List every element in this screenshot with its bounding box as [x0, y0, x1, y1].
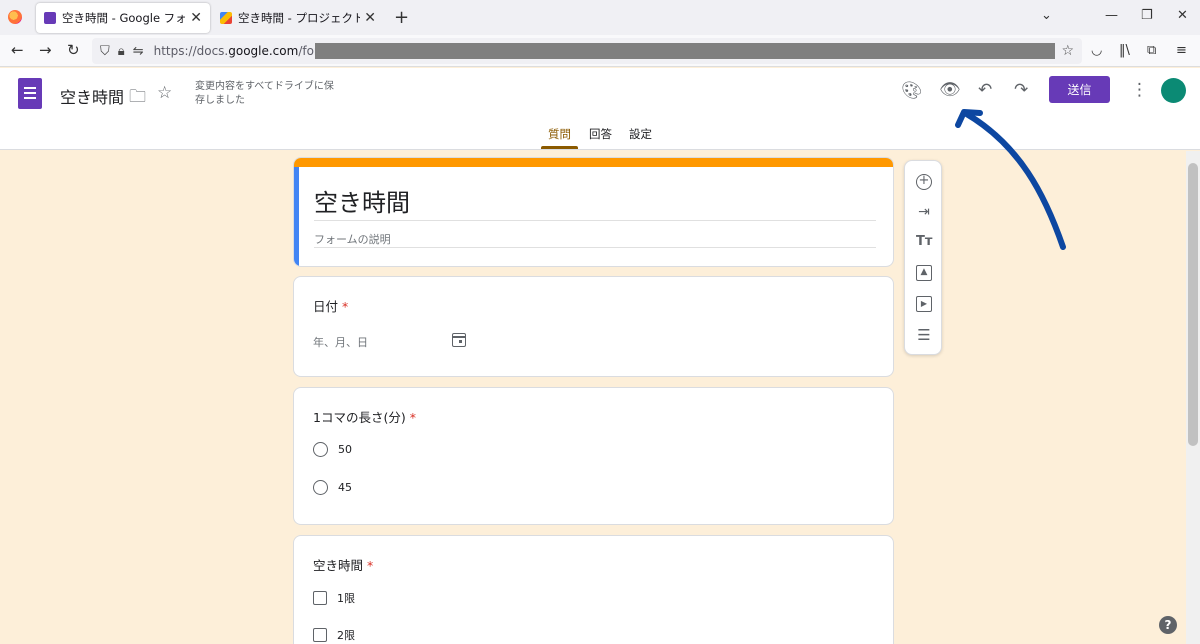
- tab-forms[interactable]: 空き時間 - Google フォーム ✕: [36, 3, 210, 33]
- restore-button[interactable]: ❐: [1141, 8, 1153, 23]
- tab-responses[interactable]: 回答: [589, 126, 612, 142]
- divider: [314, 247, 876, 248]
- permissions-icon[interactable]: ⇋: [133, 44, 144, 59]
- help-icon[interactable]: ?: [1159, 616, 1177, 634]
- required-asterisk: *: [367, 558, 374, 573]
- lock-icon[interactable]: 🔒︎: [118, 44, 125, 59]
- avatar[interactable]: [1161, 78, 1186, 103]
- list-all-tabs-icon[interactable]: ⌄: [1041, 8, 1052, 23]
- active-tab-indicator: [541, 146, 578, 149]
- form-title[interactable]: 空き時間: [314, 183, 410, 218]
- url-bar[interactable]: ⛉ 🔒︎ ⇋ https://docs.google.com/forms/ ☆: [92, 38, 1082, 64]
- star-icon[interactable]: ☆: [157, 83, 172, 103]
- extensions-icon[interactable]: ⧉: [1147, 43, 1156, 58]
- tab-questions[interactable]: 質問: [548, 126, 571, 142]
- radio-button[interactable]: [313, 480, 328, 495]
- question-title: 空き時間 *: [313, 558, 374, 573]
- menu-icon[interactable]: ≡: [1176, 43, 1187, 58]
- selected-indicator: [294, 167, 299, 266]
- browser-toolbar: ← → ↻ ⛉ 🔒︎ ⇋ https://docs.google.com/for…: [0, 35, 1200, 67]
- google-forms-favicon: [44, 12, 56, 24]
- add-section-icon[interactable]: ☰: [916, 327, 932, 343]
- redacted-url-segment: [315, 43, 1055, 59]
- close-tab-icon[interactable]: ✕: [190, 10, 202, 26]
- close-tab-icon[interactable]: ✕: [364, 10, 376, 26]
- tab-settings[interactable]: 設定: [629, 126, 652, 142]
- radio-button[interactable]: [313, 442, 328, 457]
- document-title[interactable]: 空き時間: [60, 84, 124, 108]
- pocket-icon[interactable]: ◡: [1091, 43, 1102, 58]
- required-asterisk: *: [409, 410, 416, 425]
- checkbox[interactable]: [313, 591, 327, 605]
- question-card-free-time[interactable]: 空き時間 * 1限 2限: [293, 535, 894, 644]
- back-arrow-icon[interactable]: ←: [11, 41, 24, 59]
- form-description-input[interactable]: フォームの説明: [314, 231, 391, 247]
- apps-script-favicon: [220, 12, 232, 24]
- google-forms-logo-icon[interactable]: [18, 78, 42, 109]
- shield-icon[interactable]: ⛉: [100, 44, 110, 59]
- radio-option[interactable]: 50: [313, 442, 352, 457]
- tab-label: 空き時間 - Google フォーム: [62, 11, 187, 25]
- radio-option[interactable]: 45: [313, 480, 352, 495]
- checkbox[interactable]: [313, 628, 327, 642]
- browser-tab-strip: 空き時間 - Google フォーム ✕ 空き時間 - プロジェクト編集者 - …: [0, 0, 1200, 35]
- add-video-icon[interactable]: ▶: [916, 296, 932, 312]
- close-window-button[interactable]: ✕: [1177, 8, 1188, 23]
- minimize-button[interactable]: —: [1105, 8, 1118, 23]
- bookmark-star-icon[interactable]: ☆: [1061, 43, 1074, 59]
- required-asterisk: *: [342, 299, 349, 314]
- date-placeholder: 年、月、日: [313, 336, 368, 349]
- more-vert-icon[interactable]: ⋮: [1131, 80, 1148, 100]
- firefox-menu-icon[interactable]: [8, 10, 22, 24]
- palette-icon[interactable]: 🎨︎: [901, 81, 923, 101]
- checkbox-option[interactable]: 2限: [313, 627, 355, 643]
- theme-color-bar: [294, 158, 893, 167]
- divider: [314, 220, 876, 221]
- url-text: https://docs.google.com/forms/: [153, 44, 341, 58]
- add-image-icon[interactable]: ▲: [916, 265, 932, 281]
- calendar-icon: [452, 333, 466, 347]
- checkbox-option[interactable]: 1限: [313, 590, 355, 606]
- save-status: 変更内容をすべてドライブに保存しました: [195, 81, 334, 106]
- new-tab-button[interactable]: +: [394, 7, 409, 28]
- tab-label: 空き時間 - プロジェクト編集者 - Ap: [238, 11, 361, 25]
- annotation-arrow: [955, 109, 1066, 250]
- forward-arrow-icon[interactable]: →: [39, 41, 52, 59]
- reload-icon[interactable]: ↻: [67, 41, 80, 59]
- form-title-card[interactable]: 空き時間 フォームの説明: [293, 157, 894, 267]
- library-icon[interactable]: ‖\: [1119, 43, 1130, 58]
- folder-icon[interactable]: 🗀: [129, 84, 146, 113]
- scrollbar-thumb[interactable]: [1188, 163, 1198, 446]
- question-title: 日付 *: [313, 299, 349, 314]
- question-title: 1コマの長さ(分) *: [313, 410, 416, 425]
- tab-project-editor[interactable]: 空き時間 - プロジェクト編集者 - Ap ✕: [212, 3, 384, 33]
- question-card-date[interactable]: 日付 * 年、月、日: [293, 276, 894, 377]
- question-card-period-length[interactable]: 1コマの長さ(分) * 50 45: [293, 387, 894, 525]
